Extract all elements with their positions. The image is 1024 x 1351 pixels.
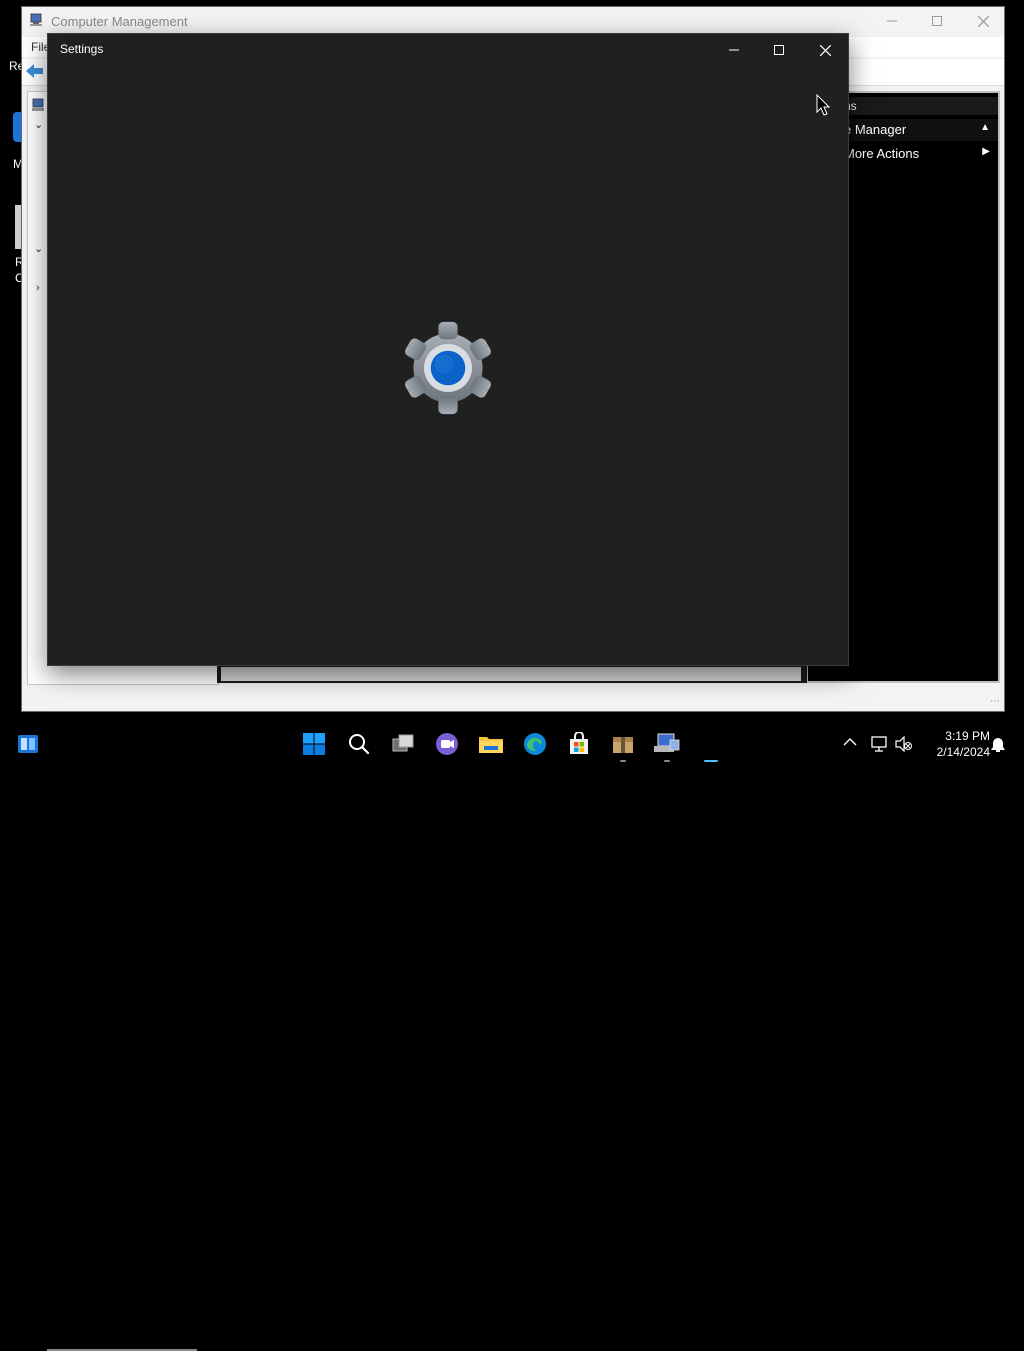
minimize-icon [887,20,897,22]
window-title: Settings [60,42,104,56]
volume-muted-icon [895,735,912,753]
task-view-icon [392,734,414,752]
chat-icon [436,733,458,755]
file-explorer-button[interactable] [477,730,505,758]
windows-logo-icon [303,733,325,755]
edge-icon [524,733,546,755]
chevron-right-icon[interactable]: › [36,282,40,294]
store-button[interactable] [565,730,593,758]
package-icon [613,737,633,753]
running-indicator [664,760,670,762]
clock-date: 2/14/2024 [936,745,990,759]
volume-button[interactable] [895,735,913,755]
close-button[interactable] [802,34,848,66]
resize-grip-icon[interactable]: ⋯ [990,696,1000,707]
computer-management-taskbar-button[interactable] [653,730,681,758]
status-bar [27,685,999,1351]
chevron-up-icon [843,738,857,746]
clock-time: 3:19 PM [945,729,990,743]
maximize-button[interactable] [756,34,802,66]
task-view-button[interactable] [389,730,417,758]
close-icon [977,15,989,27]
window-title: Computer Management [51,14,188,29]
store-icon [570,732,588,754]
edge-button[interactable] [521,730,549,758]
minimize-button[interactable] [711,34,757,66]
close-icon [819,44,831,56]
taskbar: 3:19 PM 2/14/2024 [0,720,1024,768]
cm-titlebar[interactable]: Computer Management [22,7,1004,35]
taskbar-clock[interactable]: 3:19 PM 2/14/2024 [920,728,990,760]
widgets-button[interactable] [14,730,42,758]
notification-bell-icon [991,738,1005,752]
minimize-button[interactable] [869,7,915,35]
computer-management-icon [654,733,680,752]
folder-icon [479,737,503,753]
running-indicator [620,760,626,762]
settings-gear-icon [403,321,493,415]
network-button[interactable] [870,736,888,755]
notifications-button[interactable] [989,736,1007,757]
computer-management-icon [32,98,44,111]
chevron-down-icon[interactable]: ⌄ [34,242,43,255]
maximize-icon [774,45,784,55]
computer-management-icon [30,13,42,26]
chevron-down-icon[interactable]: ⌄ [34,118,43,131]
network-icon [871,736,887,752]
settings-window[interactable]: Settings [47,33,849,666]
collapse-up-icon[interactable]: ▲ [980,122,990,133]
search-button[interactable] [345,730,373,758]
horizontal-scrollbar[interactable] [217,665,807,683]
start-button[interactable] [300,730,328,758]
show-hidden-icons-button[interactable] [843,736,857,750]
widgets-icon [18,735,38,753]
active-window-indicator [704,760,718,762]
mouse-cursor-icon [816,94,830,116]
package-app-button[interactable] [609,730,637,758]
search-icon [349,734,370,755]
chevron-right-icon: ▶ [982,146,990,157]
close-button[interactable] [960,7,1006,35]
chat-button[interactable] [433,730,461,758]
back-arrow-icon[interactable] [26,63,44,79]
minimize-icon [729,49,739,51]
desktop-icon[interactable] [13,112,21,142]
maximize-icon [932,16,942,26]
maximize-button[interactable] [914,7,960,35]
